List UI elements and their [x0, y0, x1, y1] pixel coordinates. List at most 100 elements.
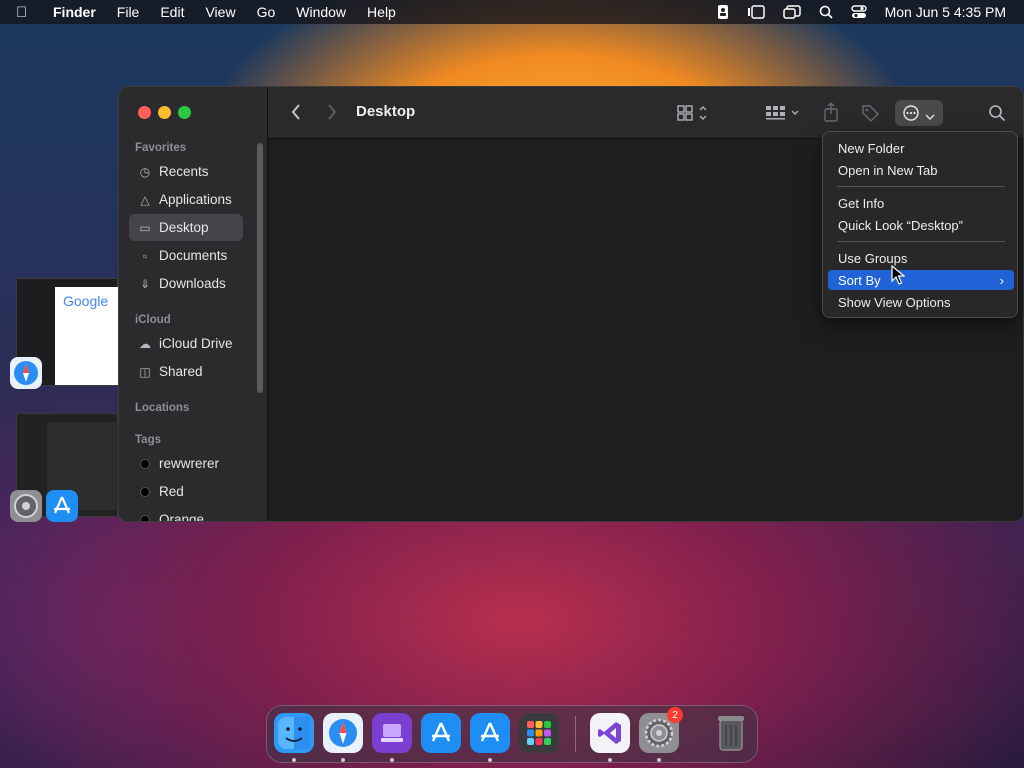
shared-folder-icon: ◫ [139, 364, 151, 379]
running-indicator [341, 758, 345, 762]
menu-separator [837, 186, 1005, 187]
apple-menu-icon[interactable]:  [16, 4, 40, 21]
tag-icon[interactable] [860, 103, 880, 123]
tag-dot-icon [140, 458, 150, 469]
dock: 2 [266, 705, 758, 763]
forward-chevron-icon[interactable] [326, 103, 338, 121]
dock-app-store-2-icon[interactable] [470, 713, 510, 753]
dock-separator [575, 716, 576, 752]
menu-separator [837, 241, 1005, 242]
sidebar-item-label: Desktop [159, 220, 209, 235]
mouse-cursor-icon [891, 265, 905, 285]
menu-window[interactable]: Window [296, 4, 346, 20]
notification-badge: 2 [667, 707, 683, 723]
sidebar-item-applications[interactable]: △ Applications [129, 186, 243, 213]
running-indicator [657, 758, 661, 762]
sidebar-tag-rewwrerer[interactable]: rewwrerer [129, 450, 243, 477]
screen-mirroring-icon[interactable] [782, 5, 801, 19]
close-window-button[interactable] [138, 106, 151, 119]
sidebar-item-recents[interactable]: ◷ Recents [129, 158, 243, 185]
dock-safari-icon[interactable] [323, 713, 363, 753]
menu-help[interactable]: Help [367, 4, 396, 20]
menu-edit[interactable]: Edit [160, 4, 184, 20]
stage-manager-icon[interactable] [747, 5, 765, 19]
control-center-icon[interactable] [850, 5, 867, 19]
share-icon[interactable] [823, 101, 839, 123]
dock-launchpad-icon[interactable] [519, 713, 559, 753]
dock-finder-icon[interactable] [274, 713, 314, 753]
zoom-window-button[interactable] [178, 106, 191, 119]
ellipsis-circle-icon [902, 105, 920, 126]
sidebar-item-label: iCloud Drive [159, 336, 233, 351]
menu-item-get-info[interactable]: Get Info [828, 193, 1014, 213]
running-indicator [488, 758, 492, 762]
menu-clock[interactable]: Mon Jun 5 4:35 PM [885, 4, 1006, 20]
menu-file[interactable]: File [117, 4, 140, 20]
menu-item-open-in-new-tab[interactable]: Open in New Tab [828, 160, 1014, 180]
sidebar-item-label: rewwrerer [159, 456, 220, 471]
menu-item-quick-look[interactable]: Quick Look “Desktop” [828, 215, 1014, 235]
dock-system-settings-icon[interactable]: 2 [639, 707, 683, 753]
sidebar-section-tags: Tags [135, 434, 161, 446]
dock-visual-studio-icon[interactable] [590, 713, 630, 753]
back-chevron-icon[interactable] [290, 103, 302, 121]
sidebar-tag-red[interactable]: Red [129, 478, 243, 505]
sidebar-tag-orange[interactable]: Orange [129, 506, 243, 522]
system-settings-icon[interactable] [10, 490, 42, 522]
sidebar-item-shared[interactable]: ◫ Shared [129, 358, 243, 385]
search-icon[interactable] [988, 104, 1006, 122]
menu-go[interactable]: Go [257, 4, 276, 20]
menu-item-use-groups[interactable]: Use Groups [828, 248, 1014, 268]
icon-view-grid-icon[interactable] [677, 104, 713, 122]
desktop-icon: ▭ [139, 220, 151, 235]
chevron-down-icon [925, 108, 935, 126]
running-indicator [390, 758, 394, 762]
menu-view[interactable]: View [205, 4, 235, 20]
sidebar-item-label: Shared [159, 364, 203, 379]
thumbnail-google-text: Google [63, 293, 109, 309]
finder-sidebar: Favorites ◷ Recents △ Applications ▭ Des… [119, 87, 268, 522]
tag-dot-icon [140, 486, 150, 497]
sidebar-section-icloud: iCloud [135, 314, 171, 326]
sidebar-item-label: Downloads [159, 276, 226, 291]
group-by-icon[interactable] [765, 104, 803, 122]
clock-icon: ◷ [139, 164, 151, 179]
user-icon[interactable] [717, 4, 729, 20]
menu-item-new-folder[interactable]: New Folder [828, 138, 1014, 158]
chevron-right-icon: › [999, 272, 1004, 288]
sidebar-item-icloud-drive[interactable]: ☁ iCloud Drive [129, 330, 243, 357]
sidebar-item-label: Applications [159, 192, 232, 207]
more-actions-menu: New Folder Open in New Tab Get Info Quic… [822, 131, 1018, 318]
document-icon: ▫ [142, 248, 148, 263]
cloud-icon: ☁ [139, 336, 151, 351]
menu-item-sort-by[interactable]: Sort By › [828, 270, 1014, 290]
dock-simulator-icon[interactable] [372, 713, 412, 753]
sidebar-section-favorites: Favorites [135, 142, 187, 154]
menu-item-show-view-options[interactable]: Show View Options [828, 292, 1014, 312]
sidebar-item-label: Red [159, 484, 184, 499]
safari-icon[interactable] [10, 357, 42, 389]
running-indicator [292, 758, 296, 762]
window-title: Desktop [356, 103, 416, 120]
sidebar-item-desktop[interactable]: ▭ Desktop [129, 214, 243, 241]
sidebar-item-downloads[interactable]: ⇓ Downloads [129, 270, 243, 297]
minimize-window-button[interactable] [158, 106, 171, 119]
running-indicator [608, 758, 612, 762]
sidebar-scrollbar[interactable] [257, 143, 263, 393]
applications-icon: △ [140, 192, 150, 207]
menu-app-finder[interactable]: Finder [53, 4, 96, 20]
sidebar-item-label: Documents [159, 248, 228, 263]
sidebar-item-label: Orange [159, 512, 205, 522]
sidebar-item-documents[interactable]: ▫ Documents [129, 242, 243, 269]
sidebar-item-label: Recents [159, 164, 209, 179]
menu-item-label: Sort By [838, 272, 881, 288]
spotlight-search-icon[interactable] [819, 5, 833, 19]
dock-trash-icon[interactable] [711, 713, 751, 753]
menu-bar:  Finder File Edit View Go Window Help M… [0, 0, 1024, 24]
dock-app-store-icon[interactable] [421, 713, 461, 753]
sidebar-section-locations: Locations [135, 402, 190, 414]
download-icon: ⇓ [139, 276, 151, 291]
more-actions-button[interactable] [895, 100, 943, 126]
app-store-icon[interactable] [46, 490, 78, 522]
tag-dot-icon [140, 514, 150, 521]
